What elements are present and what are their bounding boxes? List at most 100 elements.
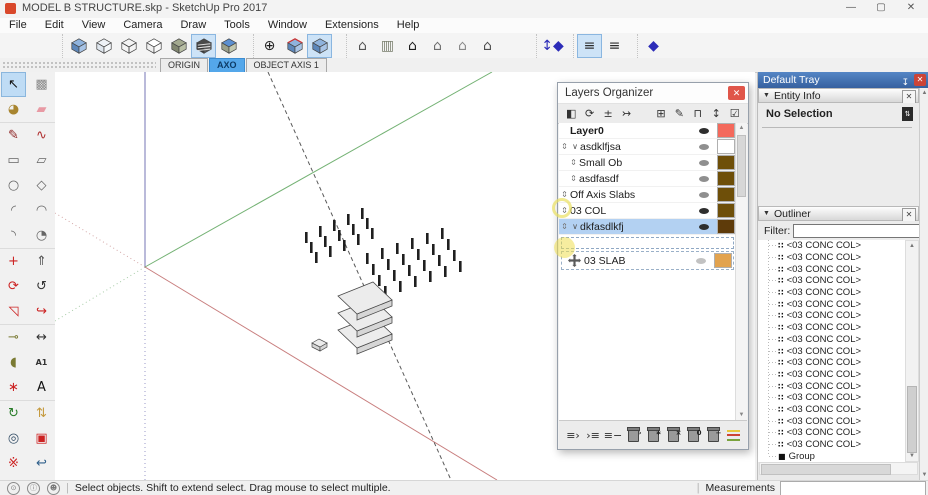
top-view-icon[interactable]: ▥ [375,34,400,58]
column-object[interactable] [381,248,384,259]
outliner-scrollbar[interactable]: ▲ ▼ [905,240,919,462]
pie-tool[interactable]: ◔ [29,223,54,248]
layer-color-swatch[interactable] [714,253,732,268]
layer-row[interactable]: ⇕Off Axis Slabs [559,187,736,203]
collapse-caret-icon[interactable]: ▼ [763,92,770,99]
column-object[interactable] [371,228,374,239]
group-layers-icon[interactable]: ↣ [617,107,635,120]
move-to-layer-icon[interactable]: ↕◆ [540,34,565,58]
hidden-line-style-icon[interactable] [141,34,166,58]
outliner-item[interactable]: ∷<03 CONC COL> [758,240,905,252]
column-object[interactable] [414,276,417,287]
outliner-item[interactable]: ∷<03 CONC COL> [758,322,905,334]
outliner-item[interactable]: ∷<03 CONC COL> [758,252,905,264]
column-object[interactable] [417,249,420,260]
column-object[interactable] [361,208,364,219]
geolocation-icon[interactable]: ⊙ [7,482,20,495]
delete-empty-layers-icon[interactable]: 0 [683,425,703,445]
layer-color-swatch[interactable] [717,139,735,154]
wireframe-style-icon[interactable] [116,34,141,58]
tray-header[interactable]: Default Tray ↧ ✕ [758,72,928,88]
column-object[interactable] [347,214,350,225]
axes-tool[interactable]: ∗ [1,375,26,400]
select-tool[interactable]: ↖ [1,72,26,97]
column-object[interactable] [408,265,411,276]
layers-list-icon[interactable]: ≡ [577,34,602,58]
indent-left-icon[interactable]: ›≡ [583,425,603,445]
outliner-item[interactable]: ∷<03 CONC COL> [758,404,905,416]
scroll-thumb[interactable] [761,464,891,475]
outliner-item[interactable]: ∷<03 CONC COL> [758,357,905,369]
offset-tool[interactable]: ↪ [29,299,54,324]
expand-caret-icon[interactable]: ∨ [570,222,580,231]
expand-caret-icon[interactable]: ∨ [570,142,580,151]
layer-row[interactable]: ⇕∨dkfasdlkfj [559,219,736,235]
scroll-up-icon[interactable]: ▲ [906,243,918,249]
outliner-item[interactable]: ∷<03 CONC COL> [758,334,905,346]
layer-row[interactable]: ⇕03 COL [559,203,736,219]
paint-bucket-tool[interactable]: ◕ [1,97,26,122]
column-object[interactable] [432,244,435,255]
circle-tool[interactable]: ○ [1,173,26,198]
column-object[interactable] [310,242,313,253]
iso-view-icon[interactable]: ⌂ [350,34,375,58]
rotated-rectangle-tool[interactable]: ▱ [29,148,54,173]
column-object[interactable] [393,270,396,281]
tab-object-axis-1[interactable]: OBJECT AXIS 1 [246,58,327,72]
arc-tool[interactable]: ◜ [1,198,26,223]
layer-row[interactable]: ⇕asdfasdf [559,171,736,187]
make-component-tool[interactable]: ▩ [29,72,54,97]
column-object[interactable] [411,238,414,249]
move-tool[interactable]: + [1,249,26,274]
line-tool[interactable]: ✎ [1,123,26,148]
two-point-arc-tool[interactable]: ◠ [29,198,54,223]
outliner-close-icon[interactable]: ✕ [902,208,916,222]
outliner-item[interactable]: ∷<03 CONC COL> [758,275,905,287]
add-remove-layer-icon[interactable]: ± [599,107,617,120]
tape-measure-tool[interactable]: ⊸ [1,325,26,350]
visibility-eye-icon[interactable] [699,144,709,150]
xray-style-icon[interactable] [91,34,116,58]
monochrome-style-icon[interactable] [216,34,241,58]
layers-panel-icon[interactable]: ≡ [602,34,627,58]
outliner-item[interactable]: ∷<03 CONC COL> [758,298,905,310]
tray-vertical-scrollbar[interactable]: ▲ ▼ [919,88,928,480]
outliner-header[interactable]: ▼ Outliner ✕ [758,206,919,221]
column-object[interactable] [315,252,318,263]
layer-color-swatch[interactable] [717,219,735,234]
refresh-layers-icon[interactable]: ⟳ [580,107,598,120]
drag-handle-icon[interactable]: ⇕ [568,174,579,183]
visibility-eye-icon[interactable] [699,160,709,166]
filter-input[interactable] [793,224,928,238]
follow-me-tool[interactable]: ↺ [29,274,54,299]
section-plane-icon[interactable]: ⊕ [257,34,282,58]
collapse-list-icon[interactable]: ≡− [603,425,623,445]
compact-trash-icon[interactable]: ∗ [643,425,663,445]
signin-icon[interactable]: ☻ [47,482,60,495]
orbit-tool[interactable]: ↻ [1,401,26,426]
column-object[interactable] [453,250,456,261]
outliner-item[interactable]: ∷<03 CONC COL> [758,345,905,357]
right-view-icon[interactable]: ⌂ [475,34,500,58]
measurements-input[interactable] [780,481,926,495]
column-object[interactable] [329,246,332,257]
shaded-style-icon[interactable] [166,34,191,58]
section-cuts-icon[interactable] [282,34,307,58]
column-object[interactable] [352,224,355,235]
zoom-window-tool[interactable]: ▣ [29,426,54,451]
zoom-tool[interactable]: ◎ [1,426,26,451]
column-object[interactable] [324,236,327,247]
identify-layer-icon[interactable]: ✎ [670,107,688,120]
menu-tools[interactable]: Tools [215,18,259,33]
outliner-item[interactable]: ∷<03 CONC COL> [758,369,905,381]
tab-origin[interactable]: ORIGIN [160,58,208,72]
rotate-tool[interactable]: ⟳ [1,274,26,299]
visibility-eye-icon[interactable] [696,258,706,264]
column-object[interactable] [366,218,369,229]
pan-tool[interactable]: ⇅ [29,401,54,426]
visibility-eye-icon[interactable] [699,208,709,214]
shaded-with-textures-style-icon[interactable] [66,34,91,58]
previous-view-tool[interactable]: ↩ [29,451,54,476]
lock-layer-icon[interactable]: ⊓ [689,107,707,120]
column-object[interactable] [399,281,402,292]
